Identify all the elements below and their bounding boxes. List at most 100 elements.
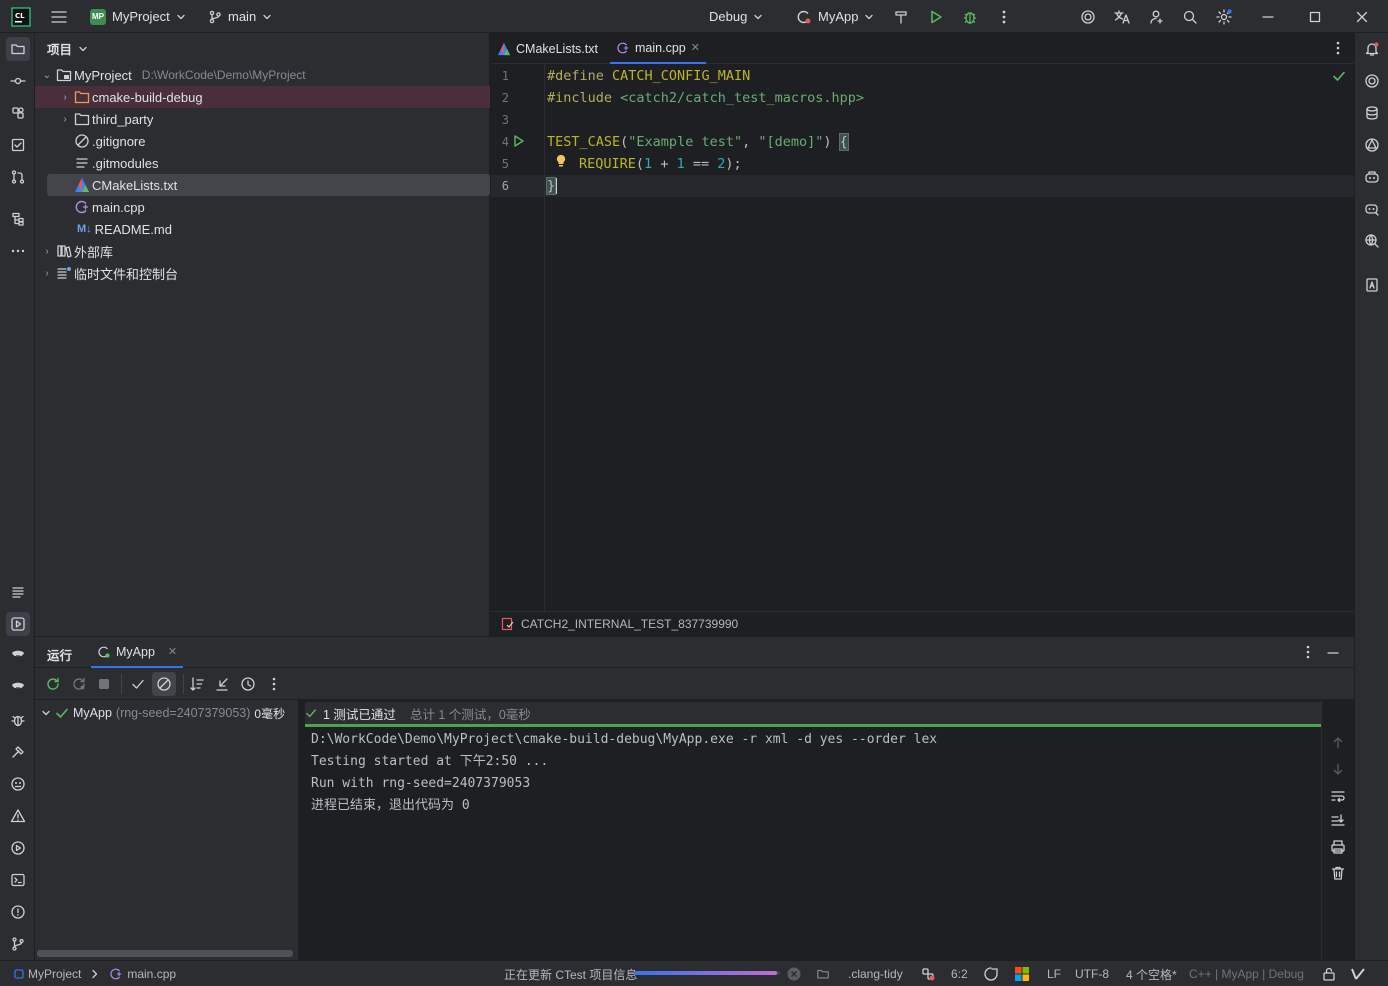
horizontal-scrollbar[interactable] bbox=[37, 950, 293, 957]
problems-list-tool-button[interactable] bbox=[6, 580, 30, 604]
close-tab-icon[interactable]: ✕ bbox=[168, 645, 177, 658]
tree-item[interactable]: M↓ README.md bbox=[35, 218, 490, 240]
tree-item[interactable]: › cmake-build-debug bbox=[35, 86, 490, 108]
tree-item[interactable]: .gitignore bbox=[35, 130, 490, 152]
no-problems-check-icon[interactable] bbox=[1332, 69, 1346, 83]
windows-logo-icon[interactable] bbox=[1015, 961, 1029, 986]
run-test-gutter-icon[interactable] bbox=[512, 134, 526, 148]
tree-item[interactable]: › 临时文件和控制台 bbox=[35, 262, 490, 284]
copilot-button[interactable] bbox=[1360, 165, 1384, 189]
copilot-chat-button[interactable] bbox=[1360, 197, 1384, 221]
project-view-selector[interactable]: 项目 bbox=[47, 33, 88, 64]
branch-switcher[interactable]: main bbox=[208, 0, 272, 33]
clear-trash-icon[interactable] bbox=[1330, 865, 1346, 881]
read-only-lock-icon[interactable] bbox=[1322, 961, 1336, 986]
soft-wrap-icon[interactable] bbox=[1330, 788, 1346, 804]
test-history-icon[interactable] bbox=[240, 676, 256, 692]
run-target-selector[interactable]: MyApp bbox=[796, 0, 874, 33]
scroll-to-end-icon[interactable] bbox=[1330, 813, 1346, 829]
stop-icon[interactable] bbox=[97, 677, 111, 691]
plugin-status-icon[interactable] bbox=[920, 961, 936, 986]
print-icon[interactable] bbox=[1330, 839, 1346, 855]
tree-item[interactable]: › 外部库 bbox=[35, 240, 490, 262]
editor-breadcrumb[interactable]: CATCH2_INTERNAL_TEST_837739990 bbox=[491, 611, 1354, 636]
hide-panel-icon[interactable] bbox=[1326, 646, 1340, 660]
inspection-widget-icon[interactable] bbox=[983, 961, 999, 986]
main-menu-icon[interactable] bbox=[48, 6, 70, 28]
cmake-panel-button[interactable] bbox=[1360, 133, 1384, 157]
close-tab-icon[interactable]: ✕ bbox=[691, 41, 700, 54]
git-tool-button[interactable] bbox=[6, 932, 30, 956]
build-hammer-icon[interactable] bbox=[890, 6, 912, 28]
todo-tool-button[interactable] bbox=[6, 133, 30, 157]
services-run-tool-button[interactable] bbox=[6, 836, 30, 860]
test-result-row[interactable]: MyApp (rng-seed=2407379053) 0毫秒 bbox=[41, 702, 285, 724]
run-tab-myapp[interactable]: MyApp ✕ bbox=[91, 637, 184, 668]
show-passed-check-icon[interactable] bbox=[130, 676, 146, 692]
debug-bug-icon[interactable] bbox=[959, 6, 981, 28]
database-button[interactable] bbox=[1360, 101, 1384, 125]
more-tools-button[interactable] bbox=[6, 239, 30, 263]
more-options-icon[interactable] bbox=[993, 6, 1015, 28]
reader-mode-button[interactable] bbox=[1360, 273, 1384, 297]
up-arrow-icon[interactable] bbox=[1331, 736, 1345, 750]
tree-root[interactable]: ⌄ MyProject D:\WorkCode\Demo\MyProject bbox=[35, 64, 490, 86]
project-tool-button[interactable] bbox=[6, 37, 30, 61]
ai-assistant-icon[interactable] bbox=[1077, 6, 1099, 28]
tree-item-selected[interactable]: CMakeLists.txt bbox=[47, 174, 490, 196]
folder-status-icon[interactable] bbox=[816, 961, 830, 986]
search-icon[interactable] bbox=[1179, 6, 1201, 28]
line-ending-widget[interactable]: LF bbox=[1047, 961, 1061, 986]
settings-gear-icon[interactable] bbox=[1213, 6, 1235, 28]
web-search-button[interactable] bbox=[1360, 229, 1384, 253]
services-tool-button-2[interactable] bbox=[6, 676, 30, 700]
tree-item[interactable]: main.cpp bbox=[35, 196, 490, 218]
show-ignored-icon[interactable] bbox=[152, 672, 176, 696]
indent-widget[interactable]: 4 个空格* bbox=[1126, 961, 1177, 986]
tree-item[interactable]: › third_party bbox=[35, 108, 490, 130]
tab-main-cpp[interactable]: main.cpp ✕ bbox=[610, 33, 706, 64]
code-with-me-icon[interactable] bbox=[1146, 6, 1168, 28]
notifications-button[interactable] bbox=[1360, 37, 1384, 61]
pull-requests-tool-button[interactable] bbox=[6, 165, 30, 189]
more-options-icon[interactable] bbox=[272, 677, 276, 691]
down-arrow-icon[interactable] bbox=[1331, 762, 1345, 776]
cancel-task-button[interactable] bbox=[786, 961, 802, 986]
maximize-window-icon[interactable] bbox=[1304, 6, 1326, 28]
code-editor[interactable]: 1 2 3 4 5 6 #define CATCH_CONFIG_MAIN #i… bbox=[491, 64, 1354, 611]
encoding-widget[interactable]: UTF-8 bbox=[1075, 961, 1109, 986]
resolve-context-widget[interactable]: C++ | MyApp | Debug bbox=[1189, 961, 1304, 986]
plugins-tool-button[interactable] bbox=[6, 101, 30, 125]
ai-chat-button[interactable] bbox=[1360, 69, 1384, 93]
background-task[interactable]: 正在更新 CTest 项目信息 bbox=[504, 961, 637, 986]
collapse-all-icon[interactable] bbox=[214, 676, 230, 692]
project-switcher[interactable]: MP MyProject bbox=[90, 0, 186, 33]
terminal-tool-button[interactable] bbox=[6, 868, 30, 892]
minimize-window-icon[interactable] bbox=[1257, 6, 1279, 28]
close-window-icon[interactable] bbox=[1351, 6, 1373, 28]
notifications-problems-tool-button[interactable] bbox=[6, 900, 30, 924]
build-tool-button[interactable] bbox=[6, 740, 30, 764]
commit-tool-button[interactable] bbox=[6, 69, 30, 93]
tab-options-icon[interactable] bbox=[1336, 41, 1340, 55]
tab-cmakelists[interactable]: CMakeLists.txt bbox=[491, 33, 604, 64]
services-tool-button[interactable] bbox=[6, 644, 30, 668]
lightbulb-intention-icon[interactable] bbox=[555, 154, 567, 168]
run-tool-button[interactable] bbox=[6, 612, 30, 636]
clang-tidy-widget[interactable]: .clang-tidy bbox=[848, 961, 903, 986]
caret-position[interactable]: 6:2 bbox=[951, 961, 968, 986]
build-config-selector[interactable]: Debug bbox=[709, 0, 763, 33]
tree-item[interactable]: .gitmodules bbox=[35, 152, 490, 174]
structure-tool-button[interactable] bbox=[6, 207, 30, 231]
run-button[interactable] bbox=[925, 6, 947, 28]
debug-tool-button[interactable] bbox=[6, 708, 30, 732]
run-console[interactable]: 1 测试已通过 总计 1 个测试，0毫秒 D:\WorkCode\Demo\My… bbox=[299, 700, 1354, 960]
cmake-tool-button[interactable] bbox=[6, 772, 30, 796]
power-save-icon[interactable] bbox=[1350, 961, 1366, 986]
rerun-failed-icon[interactable] bbox=[71, 676, 87, 692]
status-breadcrumb[interactable]: MyProject main.cpp bbox=[14, 961, 176, 986]
translate-icon[interactable] bbox=[1111, 6, 1133, 28]
problems-tool-button[interactable] bbox=[6, 804, 30, 828]
rerun-icon[interactable] bbox=[45, 676, 61, 692]
run-panel-options-icon[interactable] bbox=[1306, 645, 1310, 659]
